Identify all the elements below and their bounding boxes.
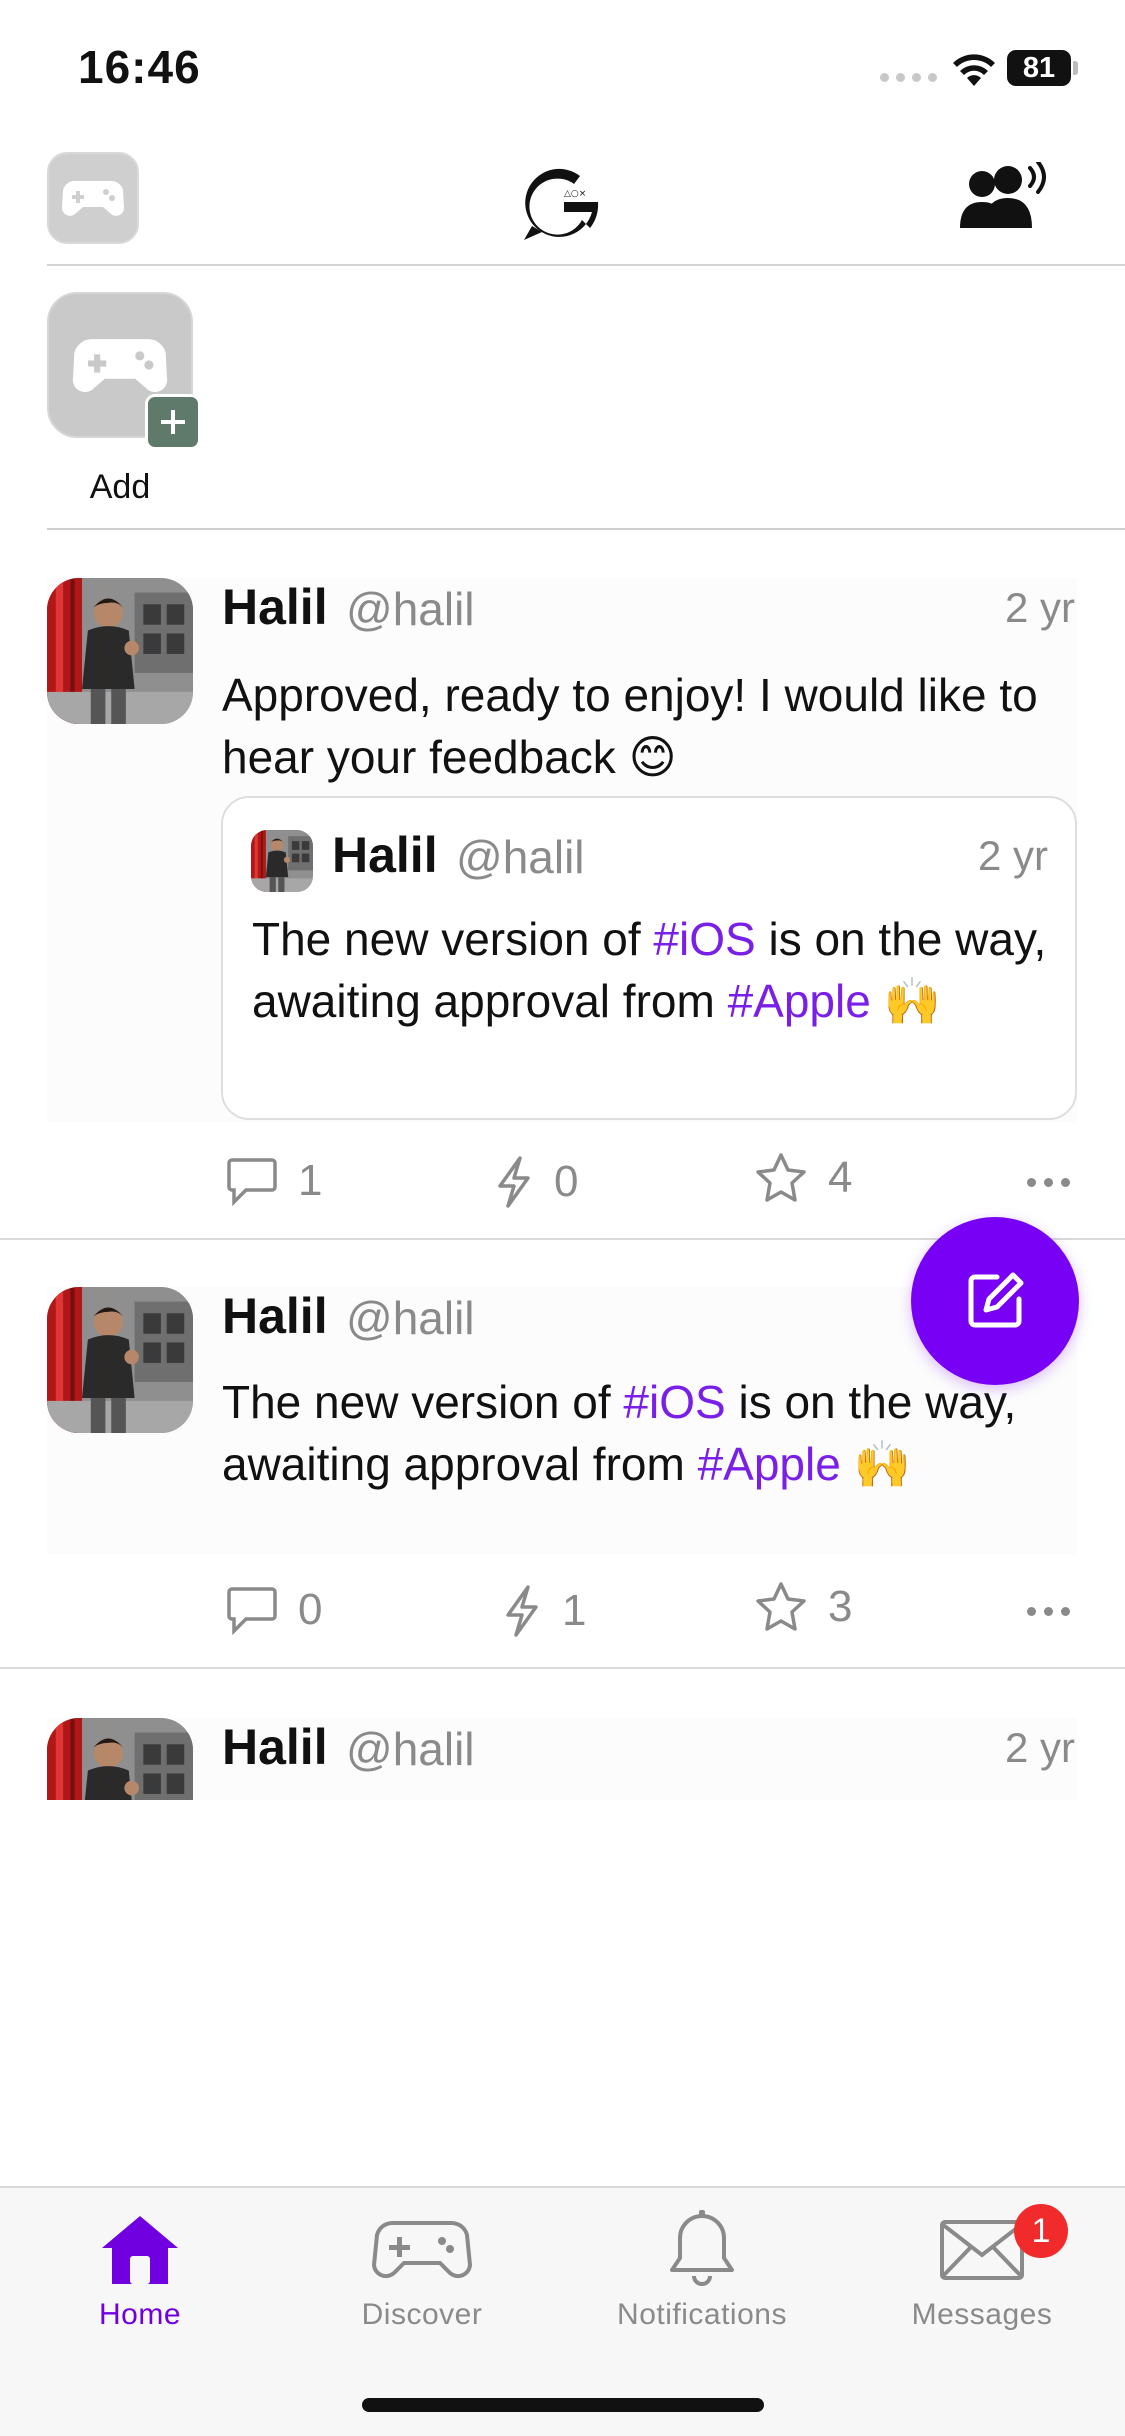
- quoted-timestamp: 2 yr: [977, 832, 1048, 879]
- envelope-icon: [939, 2208, 1025, 2292]
- gamepad-icon: [72, 339, 168, 393]
- g-chat-logo-icon: △○×: [524, 168, 599, 240]
- post-author-name[interactable]: Halil: [222, 578, 328, 636]
- quoted-author-handle[interactable]: @halil: [456, 830, 585, 884]
- star-button[interactable]: 3: [754, 1581, 852, 1633]
- star-icon: [756, 1582, 806, 1631]
- game-profile-button[interactable]: [47, 152, 139, 244]
- svg-text:△○×: △○×: [564, 189, 586, 199]
- more-options-icon[interactable]: [1027, 1178, 1070, 1187]
- tab-messages[interactable]: Messages 1: [872, 2204, 1092, 2332]
- boost-button[interactable]: 0: [494, 1156, 578, 1208]
- tab-notifications[interactable]: Notifications: [592, 2208, 812, 2332]
- header-divider: [47, 264, 1125, 266]
- tab-discover[interactable]: Discover: [312, 2208, 532, 2332]
- boost-count: 0: [554, 1157, 579, 1206]
- more-options-icon[interactable]: [1027, 1607, 1070, 1616]
- post-author-handle[interactable]: @halil: [346, 582, 475, 636]
- star-count: 4: [828, 1153, 853, 1202]
- gamepad-icon: [372, 2208, 472, 2292]
- hashtag-link[interactable]: #Apple: [728, 975, 871, 1027]
- post-text: Approved, ready to enjoy! I would like t…: [222, 669, 1038, 783]
- hashtag-link[interactable]: #Apple: [698, 1438, 841, 1490]
- post-author-name[interactable]: Halil: [222, 1718, 328, 1776]
- text-segment: 🙌: [870, 975, 941, 1027]
- home-indicator: [362, 2398, 764, 2412]
- post-divider: [0, 1667, 1125, 1669]
- compose-icon: [968, 1272, 1024, 1328]
- bell-icon: [667, 2208, 737, 2292]
- comment-icon: [227, 1587, 277, 1635]
- post-actions: 0 1 3: [0, 1577, 1125, 1647]
- comment-button[interactable]: 0: [226, 1585, 322, 1635]
- hashtag-link[interactable]: #iOS: [623, 1376, 725, 1428]
- top-header: △○×: [0, 140, 1125, 266]
- comment-count: 1: [298, 1156, 323, 1205]
- post-text: The new version of #iOS is on the way, a…: [222, 1371, 1082, 1495]
- avatar[interactable]: [251, 830, 313, 892]
- boost-count: 1: [562, 1586, 587, 1635]
- post-author-handle[interactable]: @halil: [346, 1291, 475, 1345]
- comment-icon: [227, 1158, 277, 1206]
- post-timestamp: 2 yr: [1004, 584, 1075, 631]
- post-author-name[interactable]: Halil: [222, 1287, 328, 1345]
- hashtag-link[interactable]: #iOS: [653, 913, 755, 965]
- unread-badge: 1: [1014, 2204, 1068, 2258]
- add-story-label: Add: [89, 468, 151, 506]
- gamepad-icon: [62, 181, 124, 216]
- compose-button[interactable]: [911, 1217, 1079, 1385]
- comment-button[interactable]: 1: [226, 1156, 322, 1206]
- avatar[interactable]: [47, 578, 193, 724]
- home-icon: [98, 2208, 182, 2292]
- avatar[interactable]: [47, 1718, 193, 1800]
- people-broadcast-icon[interactable]: [944, 162, 1054, 242]
- post-item[interactable]: Halil @halil 2 yr: [0, 1718, 1125, 1800]
- lightning-icon: [506, 1585, 538, 1637]
- star-button[interactable]: 4: [754, 1152, 852, 1204]
- tab-label: Notifications: [617, 2298, 787, 2331]
- post-timestamp: 2 yr: [1004, 1724, 1075, 1771]
- quoted-author-name[interactable]: Halil: [332, 826, 438, 884]
- battery-icon: 81: [1007, 50, 1078, 86]
- battery-level: 81: [1022, 52, 1056, 84]
- quoted-text: The new version of #iOS is on the way, a…: [252, 908, 1052, 1032]
- stories-divider: [47, 528, 1125, 530]
- tab-home[interactable]: Home: [30, 2208, 250, 2332]
- post-author-handle[interactable]: @halil: [346, 1722, 475, 1776]
- boost-button[interactable]: 1: [502, 1585, 586, 1637]
- cellular-signal-icon: [880, 73, 937, 82]
- wifi-icon: [953, 54, 995, 86]
- tab-label: Discover: [361, 2298, 483, 2331]
- quoted-post[interactable]: Halil @halil 2 yr The new version of #iO…: [221, 796, 1077, 1120]
- avatar[interactable]: [47, 1287, 193, 1433]
- text-segment: The new version of: [222, 1376, 624, 1428]
- status-bar: 16:46 81: [0, 0, 1125, 135]
- tab-label: Home: [98, 2298, 182, 2331]
- lightning-icon: [498, 1156, 530, 1208]
- text-segment: 🙌: [840, 1438, 911, 1490]
- star-count: 3: [828, 1582, 853, 1631]
- comment-count: 0: [298, 1585, 323, 1634]
- tab-label: Messages: [911, 2298, 1053, 2331]
- star-icon: [756, 1153, 806, 1202]
- plus-icon[interactable]: [145, 394, 201, 450]
- post-item[interactable]: Halil @halil 2 yr Approved, ready to enj…: [0, 578, 1125, 1238]
- status-time: 16:46: [78, 41, 201, 93]
- post-actions: 1 0 4: [0, 1148, 1125, 1218]
- text-segment: The new version of: [252, 913, 654, 965]
